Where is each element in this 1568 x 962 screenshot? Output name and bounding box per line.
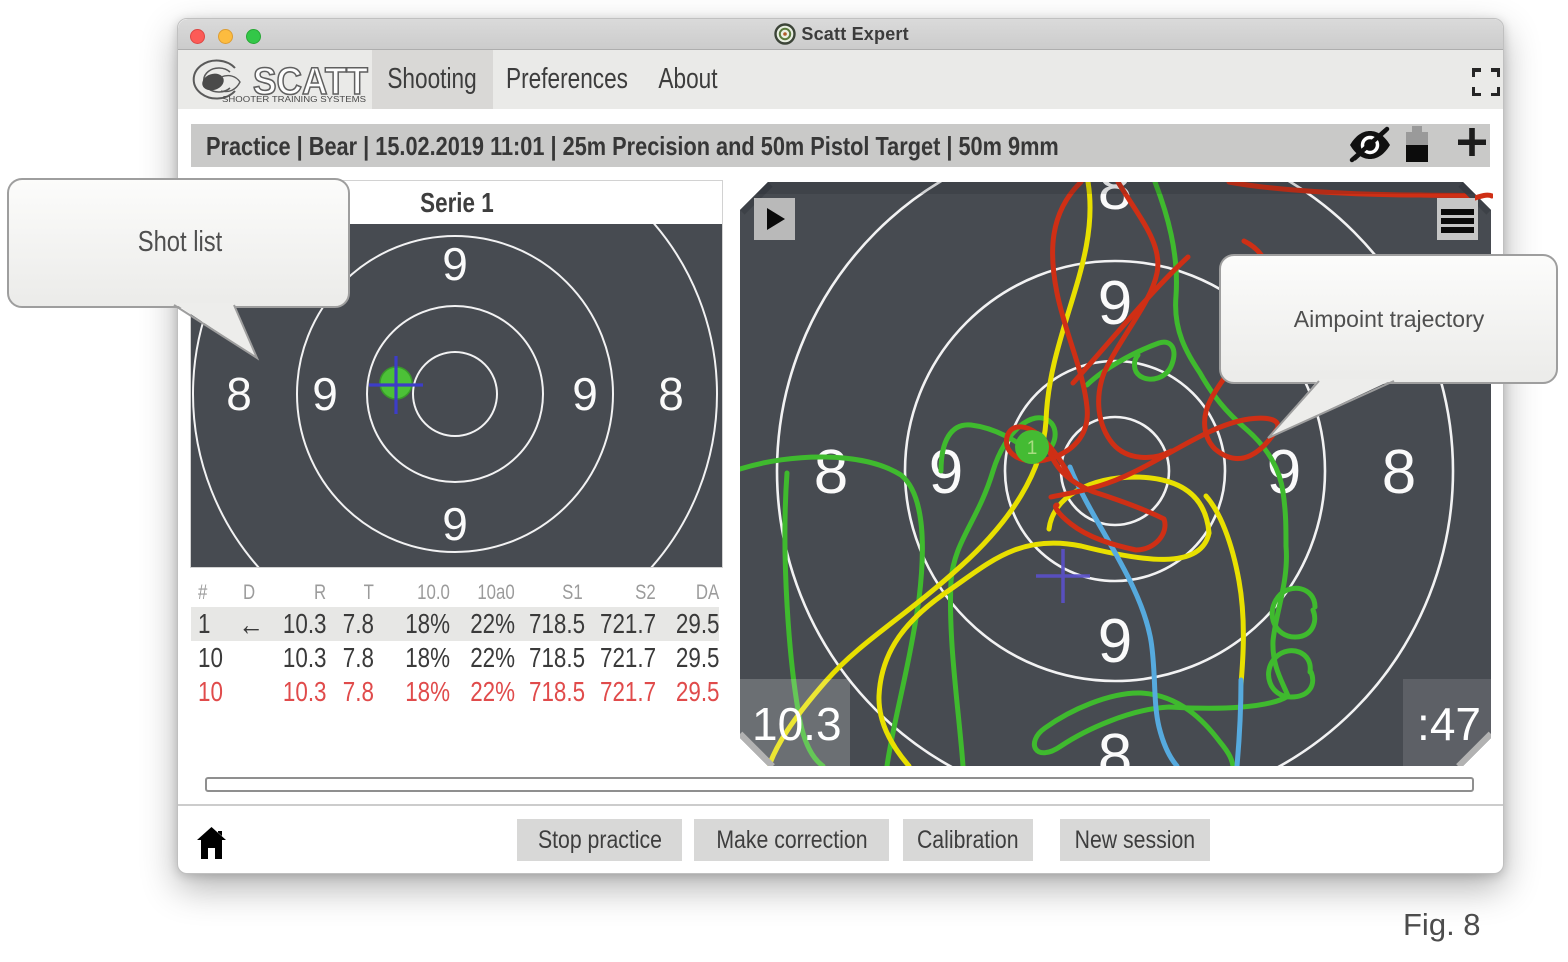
svg-text:1: 1 [1027,438,1038,459]
svg-text:8: 8 [658,368,684,420]
svg-text:8: 8 [814,438,848,507]
svg-text:SHOOTER TRAINING SYSTEMS: SHOOTER TRAINING SYSTEMS [222,95,366,104]
svg-text:8: 8 [1382,438,1416,507]
svg-text:9: 9 [1098,269,1132,338]
svg-text:9: 9 [442,498,468,550]
svg-text:Aimpoint trajectory: Aimpoint trajectory [1294,306,1485,332]
svg-text:9: 9 [572,368,598,420]
svg-text:9: 9 [442,238,468,290]
svg-text:9: 9 [312,368,338,420]
svg-text:9: 9 [1098,607,1132,676]
svg-text:8: 8 [226,368,252,420]
svg-text:8: 8 [1098,722,1132,766]
svg-text:Shot list: Shot list [138,225,223,258]
